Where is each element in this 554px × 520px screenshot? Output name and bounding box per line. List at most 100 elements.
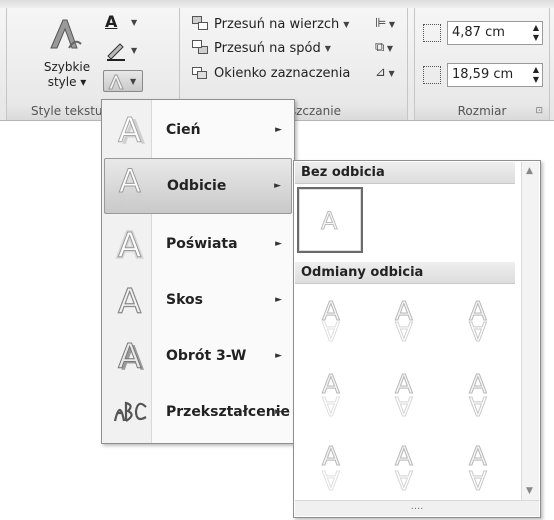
shadow-a-icon: AA <box>108 108 152 152</box>
reflection-variation-icon: AA <box>469 442 488 495</box>
bring-forward-dropdown-icon: ▼ <box>343 19 350 29</box>
text-fill-icon[interactable]: A <box>105 12 127 31</box>
selection-pane-icon <box>192 65 210 81</box>
svg-text:A: A <box>469 315 487 345</box>
height-spinner-icon[interactable]: ▲ ▼ <box>533 23 539 43</box>
reflection-variation-option[interactable]: AA <box>299 288 365 354</box>
menu-item-3d-rotation-label: Obrót 3-W <box>166 348 247 364</box>
selection-pane-label: Okienko zaznaczenia <box>214 65 351 81</box>
reflection-variation-option[interactable]: AA <box>446 288 512 354</box>
width-spinner-icon[interactable]: ▲ ▼ <box>533 65 539 85</box>
menu-item-reflection[interactable]: AA Odbicie ► <box>104 158 292 214</box>
text-effects-button[interactable]: ▼ <box>103 70 143 92</box>
shape-height-row: 4,87 cm ▲ ▼ <box>423 20 543 46</box>
reflection-variation-option[interactable]: AA <box>372 361 438 427</box>
menu-item-glow[interactable]: AA Poświata ► <box>104 216 292 272</box>
resize-grip[interactable]: .... <box>295 500 539 516</box>
submenu-arrow-icon: ► <box>275 407 282 417</box>
ribbon-top-strip <box>0 0 554 8</box>
reflection-variation-icon: AA <box>322 370 341 421</box>
send-backward-button[interactable]: Przesuń na spód ▼ <box>192 38 331 58</box>
reflection-variations-header: Odmiany odbicia <box>295 262 515 284</box>
quick-styles-button[interactable]: Szybkie style ▾ <box>37 60 97 90</box>
size-group: 4,87 cm ▲ ▼ 18,59 cm ▲ ▼ Rozmiar ⊡ <box>414 8 550 120</box>
text-outline-icon[interactable] <box>105 40 127 62</box>
svg-text:A: A <box>395 315 413 345</box>
width-icon <box>423 66 441 84</box>
transform-abc-icon <box>108 390 152 434</box>
size-group-label-text: Rozmiar <box>457 104 507 118</box>
svg-text:A: A <box>469 390 487 420</box>
reflection-variation-option[interactable]: AA <box>372 433 438 499</box>
no-reflection-header: Bez odbicia <box>295 162 515 184</box>
shape-height-input[interactable]: 4,87 cm ▲ ▼ <box>447 21 543 45</box>
reflection-variation-icon: AA <box>469 370 488 421</box>
quick-styles-icon[interactable] <box>45 14 85 54</box>
svg-text:A: A <box>322 464 340 494</box>
svg-text:A: A <box>395 464 413 494</box>
send-backward-label: Przesuń na spód <box>214 40 321 56</box>
selection-pane-button[interactable]: Okienko zaznaczenia <box>192 63 350 83</box>
scroll-down-icon[interactable]: ▼ <box>526 486 533 496</box>
menu-item-3d-rotation[interactable]: AA Obrót 3-W ► <box>104 328 292 384</box>
svg-text:A: A <box>118 226 141 262</box>
menu-item-transform-label: Przekształcenie <box>166 404 290 420</box>
scroll-up-icon[interactable]: ▲ <box>526 166 533 176</box>
reflection-variation-icon: AA <box>395 442 414 495</box>
menu-item-bevel-label: Skos <box>166 292 203 308</box>
shape-width-value: 18,59 cm <box>452 67 514 82</box>
reflection-gallery: Bez odbicia A Odmiany odbicia AA AA AA A… <box>293 160 541 518</box>
glow-a-icon: AA <box>108 222 152 266</box>
reflection-variation-option[interactable]: AA <box>299 433 365 499</box>
group-objects-icon[interactable]: ⧉ ▼ <box>375 40 403 58</box>
svg-text:A: A <box>322 390 340 420</box>
menu-item-shadow[interactable]: AA Cień ► <box>104 102 292 158</box>
align-icon[interactable]: ⊫ ▼ <box>375 16 403 34</box>
submenu-arrow-icon: ► <box>275 351 282 361</box>
reflection-variation-option[interactable]: AA <box>446 433 512 499</box>
shape-width-input[interactable]: 18,59 cm ▲ ▼ <box>447 63 543 87</box>
svg-text:A: A <box>118 112 141 148</box>
height-icon <box>423 24 441 42</box>
submenu-arrow-icon: ► <box>275 239 282 249</box>
send-backward-dropdown-icon: ▼ <box>324 43 331 53</box>
no-reflection-option[interactable]: A <box>297 187 363 253</box>
reflection-variation-icon: AA <box>469 297 488 346</box>
text-outline-dropdown-icon[interactable]: ▼ <box>131 46 137 55</box>
gallery-scrollbar[interactable]: ▲ ▼ <box>521 162 539 500</box>
reflection-variation-option[interactable]: AA <box>299 361 365 427</box>
rotate-icon[interactable]: ⊿ ▼ <box>375 65 403 83</box>
reflection-variation-option[interactable]: AA <box>372 288 438 354</box>
menu-item-glow-label: Poświata <box>166 236 238 252</box>
svg-text:A: A <box>322 315 340 345</box>
bring-forward-icon <box>192 16 210 32</box>
reflection-a-icon: AA <box>109 164 153 208</box>
send-backward-icon <box>192 40 210 56</box>
menu-item-shadow-label: Cień <box>166 122 201 138</box>
bring-forward-label: Przesuń na wierzch <box>214 16 340 32</box>
text-effects-menu: AA Cień ► AA Odbicie ► AA Poświata ► A S… <box>101 99 295 444</box>
menu-item-bevel[interactable]: A Skos ► <box>104 272 292 328</box>
size-group-label: Rozmiar ⊡ <box>415 103 549 120</box>
text-effects-dropdown-icon: ▼ <box>130 77 137 86</box>
submenu-arrow-icon: ► <box>275 295 282 305</box>
svg-text:A: A <box>118 337 141 376</box>
reflection-variation-option[interactable]: AA <box>446 361 512 427</box>
svg-text:A: A <box>469 464 487 494</box>
text-effects-icon <box>108 74 124 90</box>
svg-text:A: A <box>119 186 141 208</box>
letter-a-icon: A <box>321 207 339 236</box>
svg-text:A: A <box>321 207 338 235</box>
menu-item-reflection-label: Odbicie <box>167 178 227 194</box>
reflection-variation-icon: AA <box>322 442 341 495</box>
bring-forward-button[interactable]: Przesuń na wierzch ▼ <box>192 14 349 34</box>
svg-text:A: A <box>395 390 413 420</box>
reflection-variation-icon: AA <box>395 370 414 421</box>
text-fill-dropdown-icon[interactable]: ▼ <box>131 18 137 27</box>
dialog-launcher-icon[interactable]: ⊡ <box>535 103 543 120</box>
menu-item-transform[interactable]: Przekształcenie ► <box>104 384 292 440</box>
reflection-variation-icon: AA <box>395 297 414 346</box>
shape-height-value: 4,87 cm <box>452 25 505 40</box>
svg-text:A: A <box>118 282 141 318</box>
quick-styles-label-1: Szybkie <box>43 60 91 74</box>
